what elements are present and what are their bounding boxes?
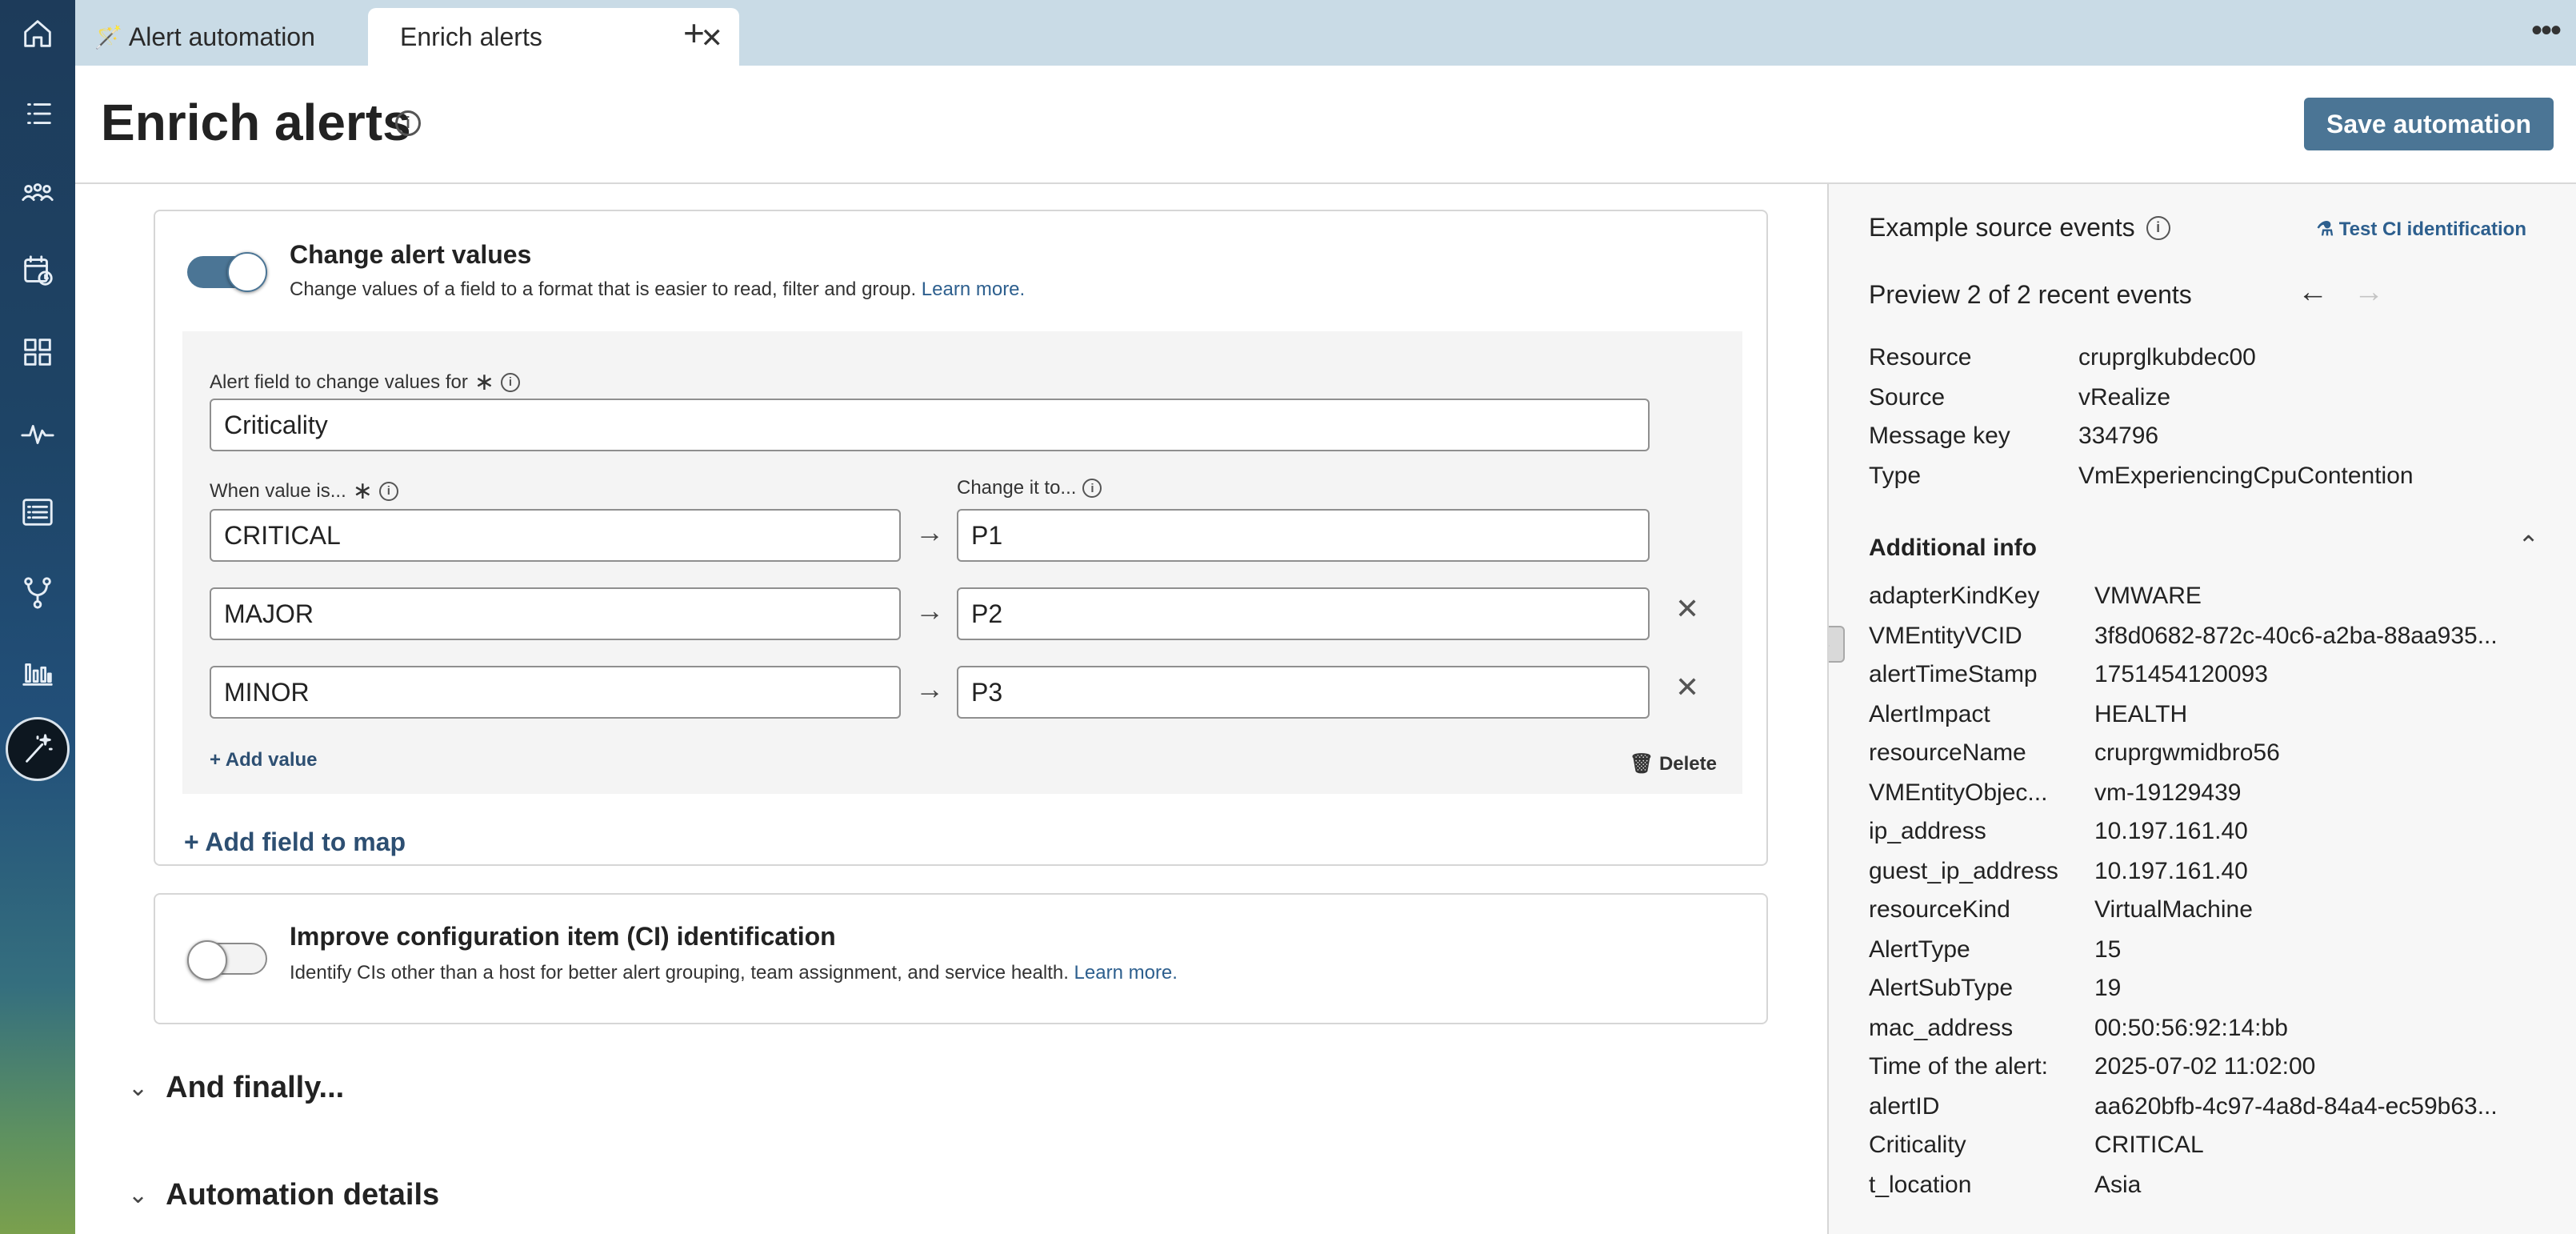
event-field: Message key 334796 — [1869, 423, 2159, 449]
event-field: Source vRealize — [1869, 384, 2171, 411]
section-description: Change values of a field to a format tha… — [290, 278, 1026, 300]
field-label: Alert field to change values for ∗ i — [210, 368, 520, 396]
event-field: Type VmExperiencingCpuContention — [1869, 463, 2414, 489]
tab-label: Enrich alerts — [400, 22, 542, 51]
add-value-button[interactable]: + Add value — [210, 749, 318, 771]
additional-field: mac_address 00:50:56:92:14:bb — [1869, 1015, 2288, 1041]
additional-field: AlertSubType 19 — [1869, 975, 2122, 1001]
additional-field: AlertType 15 — [1869, 936, 2122, 963]
new-tab-plus-icon[interactable]: + — [683, 11, 705, 54]
add-field-to-map-button[interactable]: + Add field to map — [184, 827, 406, 857]
alert-field-select[interactable]: Criticality — [210, 399, 1650, 451]
remove-row-icon[interactable]: ✕ — [1675, 671, 1699, 704]
pulse-icon[interactable] — [15, 411, 60, 456]
learn-more-link[interactable]: Learn more. — [922, 278, 1025, 300]
additional-field: guest_ip_address 10.197.161.40 — [1869, 858, 2248, 884]
value-mapping-panel: Alert field to change values for ∗ i Criti… — [182, 331, 1742, 794]
magic-wand-icon[interactable] — [6, 717, 70, 781]
info-icon[interactable]: i — [1082, 479, 1102, 498]
required-asterisk: ∗ — [352, 478, 373, 504]
additional-field: t_location Asia — [1869, 1172, 2142, 1198]
main-content: Change alert values Change values of a f… — [75, 184, 1827, 1234]
section-title: Change alert values — [290, 240, 532, 269]
info-icon[interactable]: i — [501, 372, 520, 392]
additional-field: VMEntityObjec... vm-19129439 — [1869, 779, 2242, 806]
expand-panel-handle[interactable]: › — [1829, 626, 1845, 663]
calendar-clock-icon[interactable] — [15, 248, 60, 293]
additional-field: ip_address 10.197.161.40 — [1869, 818, 2248, 844]
required-asterisk: ∗ — [474, 369, 494, 395]
change-to-label: Change it to... i — [957, 477, 1102, 499]
ci-identification-card: Improve configuration item (CI) identifi… — [154, 893, 1768, 1024]
arrow-right-icon: → — [915, 594, 944, 627]
when-value-label: When value is... ∗ i — [210, 477, 398, 505]
delete-button[interactable]: 🗑 Delete — [1630, 752, 1717, 775]
section-description: Identify CIs other than a host for bette… — [290, 962, 1178, 984]
wand-tab-icon: 🪄 — [94, 24, 122, 50]
chevron-down-icon: ⌄ — [128, 1075, 149, 1101]
teams-icon[interactable] — [15, 171, 60, 216]
tab-bar: 🪄 Alert automation Enrich alerts ✕ + ••• — [75, 0, 2576, 66]
additional-field: resourceKind VirtualMachine — [1869, 896, 2253, 923]
more-options-icon[interactable]: ••• — [2531, 13, 2562, 49]
plus-icon: + — [184, 827, 206, 856]
additional-field: alertID aa620bfb-4c97-4a8d-84a4-ec59b63..… — [1869, 1093, 2498, 1120]
additional-field: Criticality CRITICAL — [1869, 1132, 2204, 1158]
remove-row-icon[interactable]: ✕ — [1675, 592, 1699, 626]
info-icon[interactable]: i — [395, 110, 421, 136]
test-ci-identification-link[interactable]: ⚗ Test CI identification — [2317, 218, 2526, 241]
change-values-toggle[interactable] — [187, 252, 267, 292]
info-icon[interactable]: i — [378, 481, 398, 501]
panel-title: Example source events i — [1869, 213, 2170, 242]
additional-field: adapterKindKey VMWARE — [1869, 583, 2202, 609]
event-field: Resource cruprglkubdec00 — [1869, 344, 2256, 371]
plus-icon: + — [210, 749, 226, 771]
list-icon[interactable] — [15, 91, 60, 136]
when-value-input[interactable]: MINOR — [210, 666, 901, 719]
example-events-panel: › Example source eventsi ⚗ Test CI ident… — [1827, 184, 2576, 1234]
tab-label: Alert automation — [128, 22, 315, 51]
next-event-icon[interactable]: → — [2354, 275, 2384, 310]
tab-alert-automation[interactable]: 🪄 Alert automation — [86, 8, 315, 66]
when-value-input[interactable]: CRITICAL — [210, 509, 901, 562]
flask-icon: ⚗ — [2316, 218, 2339, 240]
additional-field: resourceName cruprgwmidbro56 — [1869, 739, 2280, 766]
page-header: Enrich alerts i Save automation — [75, 66, 2576, 184]
change-to-input[interactable]: P2 — [957, 587, 1650, 640]
previous-event-icon[interactable]: ← — [2298, 275, 2328, 310]
left-nav-rail — [0, 0, 75, 1234]
chevron-down-icon: ⌄ — [128, 1182, 149, 1208]
bar-chart-icon[interactable] — [15, 650, 60, 695]
section-title: Improve configuration item (CI) identifi… — [290, 922, 836, 951]
additional-field: VMEntityVCID 3f8d0682-872c-40c6-a2ba-88aa… — [1869, 623, 2498, 649]
preview-counter: Preview 2 of 2 recent events — [1869, 280, 2192, 309]
additional-info-title: Additional info — [1869, 535, 2037, 561]
arrow-right-icon: → — [915, 515, 944, 548]
chevron-up-icon[interactable]: ⌃ — [2518, 530, 2539, 560]
save-automation-button[interactable]: Save automation — [2304, 98, 2554, 150]
additional-field: Time of the alert: 2025-07-02 11:02:00 — [1869, 1053, 2316, 1080]
home-icon[interactable] — [15, 11, 60, 56]
additional-field: alertTimeStamp 1751454120093 — [1869, 661, 2268, 687]
report-list-icon[interactable] — [15, 490, 60, 535]
ci-identification-toggle[interactable] — [187, 940, 267, 980]
change-to-input[interactable]: P1 — [957, 509, 1650, 562]
page-title: Enrich alerts — [101, 94, 411, 151]
when-value-input[interactable]: MAJOR — [210, 587, 901, 640]
info-icon[interactable]: i — [2146, 215, 2170, 240]
and-finally-section[interactable]: ⌄ And finally... — [128, 1071, 344, 1105]
arrow-right-icon: → — [915, 672, 944, 705]
automation-details-section[interactable]: ⌄ Automation details — [128, 1178, 439, 1212]
change-alert-values-card: Change alert values Change values of a f… — [154, 210, 1768, 866]
additional-field: AlertImpact HEALTH — [1869, 701, 2188, 727]
trash-icon: 🗑 — [1629, 753, 1659, 775]
dashboard-grid-icon[interactable] — [15, 330, 60, 375]
learn-more-link[interactable]: Learn more. — [1074, 962, 1178, 984]
change-to-input[interactable]: P3 — [957, 666, 1650, 719]
flow-branch-icon[interactable] — [15, 570, 60, 615]
